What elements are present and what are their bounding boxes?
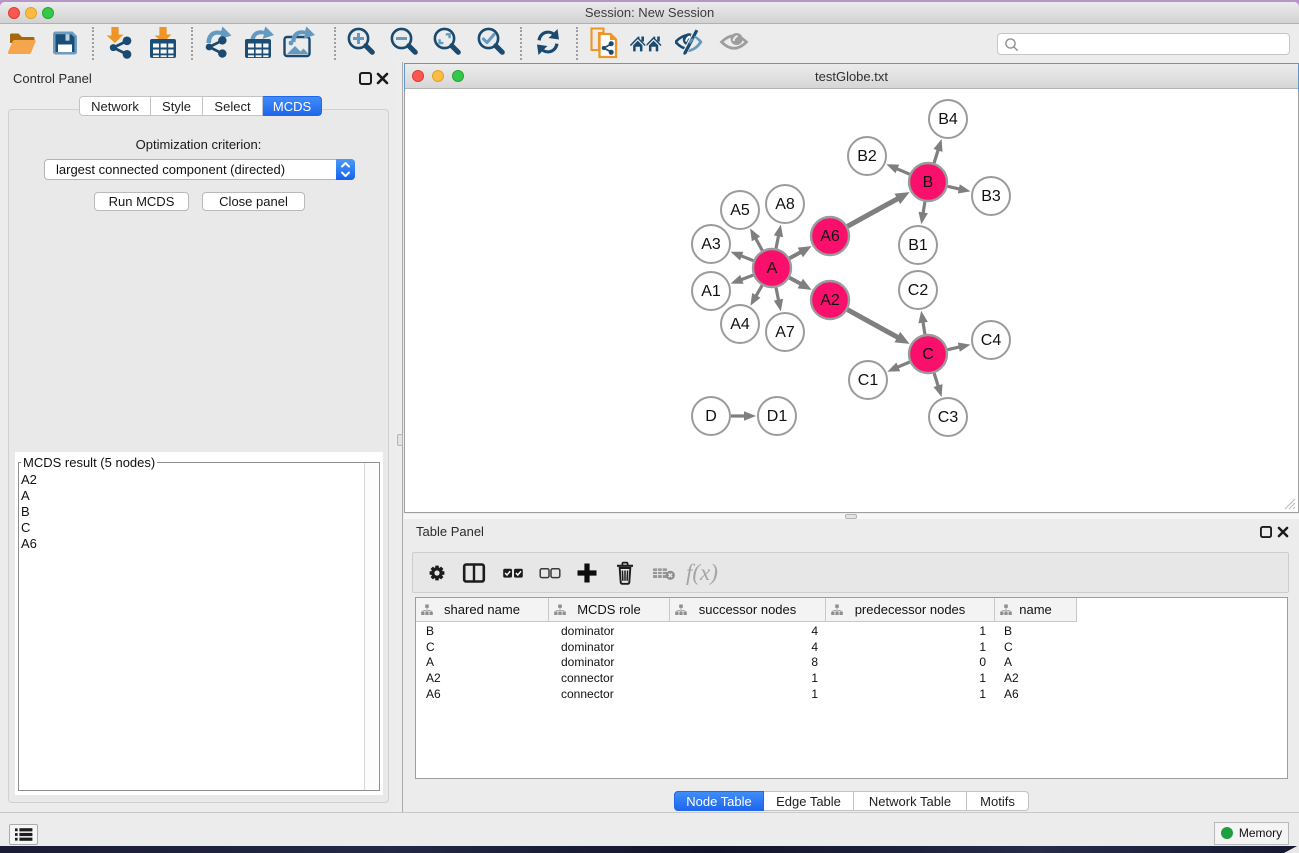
svg-text:A8: A8 — [775, 196, 795, 213]
svg-text:A4: A4 — [730, 316, 750, 333]
svg-text:C1: C1 — [858, 372, 879, 389]
svg-text:C2: C2 — [908, 282, 929, 299]
svg-text:A6: A6 — [820, 228, 840, 245]
svg-text:B1: B1 — [908, 237, 928, 254]
svg-text:A7: A7 — [775, 324, 795, 341]
svg-text:A: A — [767, 260, 778, 277]
svg-text:A3: A3 — [701, 236, 721, 253]
svg-text:B2: B2 — [857, 148, 877, 165]
svg-text:C4: C4 — [981, 332, 1002, 349]
svg-text:A5: A5 — [730, 202, 750, 219]
svg-text:A1: A1 — [701, 283, 721, 300]
svg-text:B3: B3 — [981, 188, 1001, 205]
svg-text:D: D — [705, 408, 717, 425]
svg-text:B4: B4 — [938, 111, 958, 128]
svg-text:A2: A2 — [820, 292, 840, 309]
svg-text:B: B — [923, 174, 934, 191]
svg-text:C3: C3 — [938, 409, 959, 426]
svg-text:D1: D1 — [767, 408, 788, 425]
svg-text:C: C — [922, 346, 934, 363]
